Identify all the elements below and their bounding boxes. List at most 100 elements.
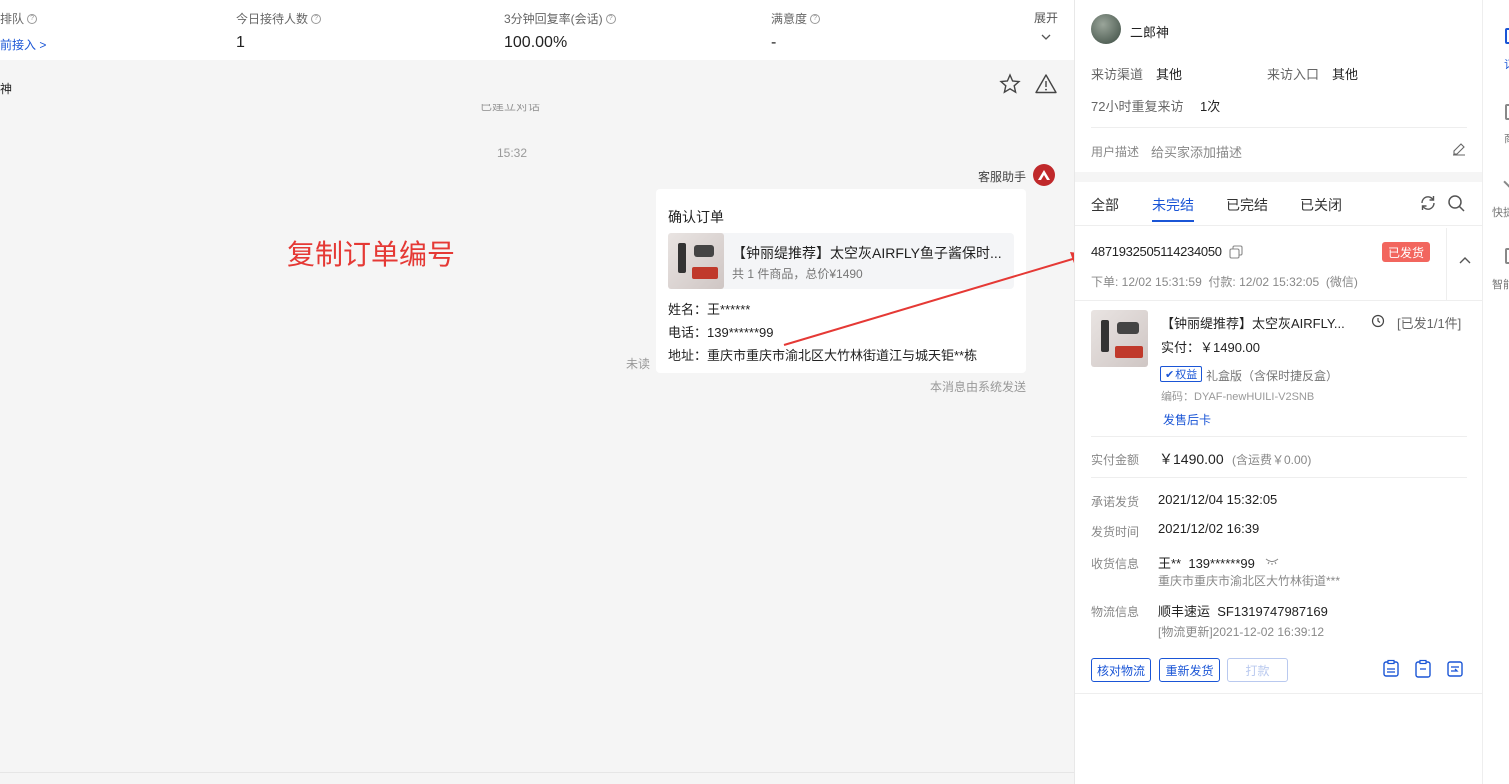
recv-address: 重庆市重庆市渝北区大竹林街道*** xyxy=(1158,574,1341,588)
annotation-text: 复制订单编号 xyxy=(287,239,456,270)
entry-value: 其他 xyxy=(1332,67,1359,82)
expand-label: 展开 xyxy=(1034,11,1059,25)
section-gap xyxy=(1075,172,1483,182)
ship-label: 发货时间 xyxy=(1091,525,1140,539)
order-variant: 礼盒版（含保时捷反盒） xyxy=(1206,369,1339,383)
product-sidebar-icon[interactable] xyxy=(1505,104,1509,120)
star-icon[interactable] xyxy=(999,73,1021,95)
entry-label: 来访入口 xyxy=(1267,67,1320,82)
benefit-tag-label: 权益 xyxy=(1175,369,1198,381)
benefit-tag: ✔ 权益 xyxy=(1160,366,1203,382)
stat-today: 今日接待人数? 1 xyxy=(236,10,322,52)
order-times: 下单: 12/02 15:31:59 付款: 12/02 15:32:05 (微… xyxy=(1091,275,1358,289)
order-code: 编码：DYAF-newHUILI-V2SNB xyxy=(1161,391,1315,403)
divider xyxy=(1091,477,1467,478)
status-badge: 已发货 xyxy=(1382,242,1430,262)
tab-closed[interactable]: 已关闭 xyxy=(1300,195,1342,215)
assistant-avatar xyxy=(1033,164,1055,186)
ship-value: 2021/12/02 16:39 xyxy=(1158,521,1260,536)
clock-icon xyxy=(1371,314,1385,328)
stat-today-value: 1 xyxy=(236,34,245,51)
desc-input[interactable]: 给买家添加描述 xyxy=(1151,142,1242,161)
reship-button[interactable]: 重新发货 xyxy=(1159,658,1220,682)
check-logistics-button[interactable]: 核对物流 xyxy=(1091,658,1151,682)
unread-label: 未读 xyxy=(626,357,651,371)
stats-bar: 排队? 前接入 > 今日接待人数? 1 3分钟回复率(会话)? 100.00% … xyxy=(0,0,1074,60)
chat-area: 神 已建立对话 15:32 客服助手 确认订单 【钟丽缇推荐】太空灰AIRFLY… xyxy=(0,60,1074,784)
chevron-up-icon[interactable] xyxy=(1458,253,1472,267)
sidebar-item-product[interactable]: 商 xyxy=(1504,130,1509,146)
logi-value: 顺丰速运 SF1319747987169 xyxy=(1158,604,1328,619)
copy-icon[interactable] xyxy=(1229,245,1243,259)
chevron-down-icon xyxy=(1041,34,1051,40)
edit-icon[interactable] xyxy=(1452,142,1466,156)
system-note: 本消息由系统发送 xyxy=(930,380,1027,394)
customer-panel: 二郎神 来访渠道 其他 来访入口 其他 72小时重复来访 1次 用户描述 给买家… xyxy=(1074,0,1483,784)
promise-label: 承诺发货 xyxy=(1091,495,1140,509)
channel-label: 来访渠道 xyxy=(1091,67,1144,82)
stat-satisfaction: 满意度? - xyxy=(771,10,821,52)
warning-icon[interactable] xyxy=(1035,73,1057,95)
amount-label: 实付金额 xyxy=(1091,453,1140,467)
divider xyxy=(1075,225,1483,226)
repeat-value: 1次 xyxy=(1200,99,1221,114)
order-number: 4871932505114234050 xyxy=(1091,244,1222,259)
order-product-thumbnail xyxy=(1091,310,1148,367)
stat-satisfaction-label: 满意度 xyxy=(771,12,808,26)
queue-link[interactable]: 前接入 > xyxy=(0,36,46,53)
repeat-label: 72小时重复来访 xyxy=(1091,99,1184,114)
order-product-title[interactable]: 【钟丽缇推荐】太空灰AIRFLY... xyxy=(1161,313,1345,332)
clipboard-icon[interactable] xyxy=(1413,659,1433,679)
logi-label: 物流信息 xyxy=(1091,605,1140,619)
sidebar-item-smart[interactable]: 智能 xyxy=(1492,276,1509,292)
search-icon[interactable] xyxy=(1447,194,1465,212)
product-thumbnail xyxy=(668,233,724,289)
tab-indicator xyxy=(1152,220,1194,222)
order-sidebar-icon[interactable] xyxy=(1505,28,1509,44)
expand-button[interactable]: 展开 xyxy=(1034,9,1058,45)
order-paid: 实付：￥1490.00 xyxy=(1161,340,1260,355)
help-icon: ? xyxy=(27,13,38,24)
refresh-icon[interactable] xyxy=(1419,194,1437,212)
tab-unfinished[interactable]: 未完结 xyxy=(1152,195,1194,215)
card-phone: 电话：139******99 xyxy=(668,325,774,340)
channel-value: 其他 xyxy=(1156,67,1183,82)
stat-reply-value: 100.00% xyxy=(504,34,568,51)
sidebar-item-order[interactable]: 订 xyxy=(1504,56,1509,72)
stat-today-label: 今日接待人数 xyxy=(236,12,309,26)
recv-label: 收货信息 xyxy=(1091,557,1140,571)
logi-update: [物流更新]2021-12-02 16:39:12 xyxy=(1158,625,1325,639)
chat-time: 15:32 xyxy=(497,146,528,160)
after-sale-link[interactable]: 发售后卡 xyxy=(1163,411,1211,428)
stat-reply: 3分钟回复率(会话)? 100.00% xyxy=(504,10,616,52)
export-icon[interactable] xyxy=(1445,659,1465,679)
stat-reply-label: 3分钟回复率(会话) xyxy=(504,12,603,26)
sidebar-item-quick[interactable]: 快捷 xyxy=(1492,204,1509,220)
help-icon: ? xyxy=(605,13,616,24)
cut-message: 已建立对话 xyxy=(480,104,541,112)
print-button[interactable]: 打款 xyxy=(1227,658,1288,682)
eye-closed-icon[interactable] xyxy=(1265,556,1279,566)
help-icon: ? xyxy=(311,13,322,24)
divider xyxy=(1091,127,1467,128)
assistant-logo-icon xyxy=(1038,170,1050,180)
amount-note: (含运费￥0.00) xyxy=(1232,453,1312,467)
card-title: 确认订单 xyxy=(668,209,724,225)
check-icon: ✔ xyxy=(1165,368,1175,381)
tab-finished[interactable]: 已完结 xyxy=(1226,195,1268,215)
quick-sidebar-icon[interactable] xyxy=(1503,176,1509,188)
right-sidebar: 订 商 快捷 智能 xyxy=(1482,0,1509,784)
annotation-arrow-icon xyxy=(783,252,1086,346)
sender-name: 客服助手 xyxy=(978,170,1027,184)
card-name: 姓名：王****** xyxy=(668,302,751,317)
stat-queue: 排队? 前接入 > xyxy=(0,10,46,53)
tab-all[interactable]: 全部 xyxy=(1091,195,1119,215)
divider xyxy=(1075,300,1483,301)
avatar xyxy=(1091,14,1121,44)
amount-value: ￥1490.00 xyxy=(1159,451,1224,467)
promise-value: 2021/12/04 15:32:05 xyxy=(1158,492,1278,507)
desc-label: 用户描述 xyxy=(1091,145,1140,159)
user-name: 二郎神 xyxy=(1130,25,1170,40)
note-icon[interactable] xyxy=(1381,659,1401,679)
smart-sidebar-icon[interactable] xyxy=(1505,248,1509,264)
